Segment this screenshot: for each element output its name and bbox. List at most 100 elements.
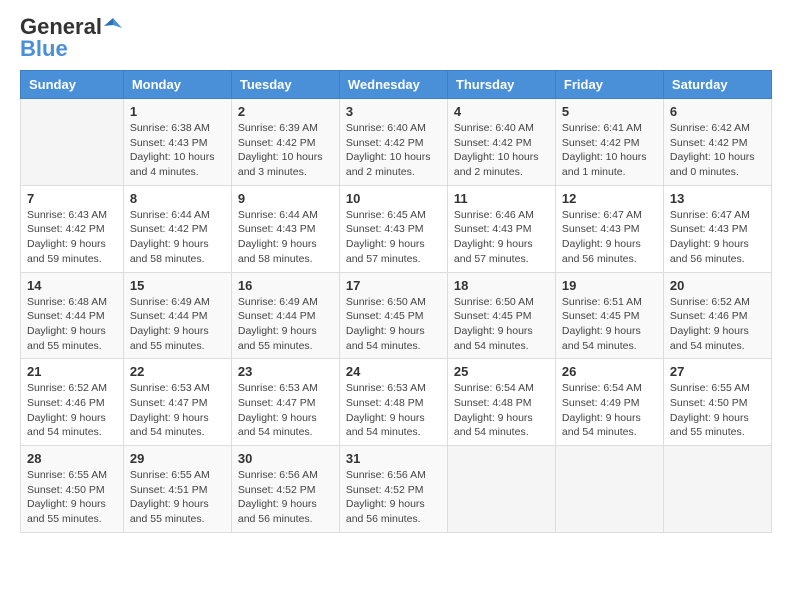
day-number: 25 [454, 364, 549, 379]
calendar-cell: 15Sunrise: 6:49 AMSunset: 4:44 PMDayligh… [123, 272, 231, 359]
day-number: 4 [454, 104, 549, 119]
day-number: 28 [27, 451, 117, 466]
day-info: Sunrise: 6:44 AMSunset: 4:42 PMDaylight:… [130, 208, 225, 267]
calendar-cell [447, 446, 555, 533]
calendar-cell [663, 446, 771, 533]
day-number: 23 [238, 364, 333, 379]
day-info: Sunrise: 6:49 AMSunset: 4:44 PMDaylight:… [130, 295, 225, 354]
calendar-cell: 27 Sunrise: 6:55 AMSunset: 4:50 PMDayligh… [663, 359, 771, 446]
day-info: Sunrise: 6:45 AMSunset: 4:43 PMDaylight:… [346, 208, 441, 267]
day-number: 30 [238, 451, 333, 466]
calendar-cell: 28 Sunrise: 6:55 AMSunset: 4:50 PMDayligh… [21, 446, 124, 533]
day-number: 8 [130, 191, 225, 206]
calendar-cell: 30Sunrise: 6:56 AMSunset: 4:52 PMDayligh… [231, 446, 339, 533]
calendar-cell: 2 Sunrise: 6:39 AMSunset: 4:42 PMDaylight… [231, 99, 339, 186]
day-number: 2 [238, 104, 333, 119]
calendar-cell: 10 Sunrise: 6:45 AMSunset: 4:43 PMDayligh… [339, 185, 447, 272]
header-friday: Friday [555, 71, 663, 99]
day-number: 13 [670, 191, 765, 206]
day-info: Sunrise: 6:49 AMSunset: 4:44 PMDaylight:… [238, 295, 333, 354]
day-number: 14 [27, 278, 117, 293]
logo-general-text: General [20, 16, 102, 38]
calendar-cell: 24 Sunrise: 6:53 AMSunset: 4:48 PMDayligh… [339, 359, 447, 446]
calendar-cell: 19Sunrise: 6:51 AMSunset: 4:45 PMDayligh… [555, 272, 663, 359]
calendar-cell: 13 Sunrise: 6:47 AMSunset: 4:43 PMDayligh… [663, 185, 771, 272]
day-number: 16 [238, 278, 333, 293]
day-info: Sunrise: 6:53 AMSunset: 4:48 PMDaylight:… [346, 381, 441, 440]
day-info: Sunrise: 6:47 AMSunset: 4:43 PMDaylight:… [670, 208, 765, 267]
day-info: Sunrise: 6:55 AMSunset: 4:50 PMDaylight:… [27, 468, 117, 527]
calendar-cell: 20 Sunrise: 6:52 AMSunset: 4:46 PMDayligh… [663, 272, 771, 359]
calendar-week-5: 28 Sunrise: 6:55 AMSunset: 4:50 PMDayligh… [21, 446, 772, 533]
day-info: Sunrise: 6:52 AMSunset: 4:46 PMDaylight:… [27, 381, 117, 440]
day-number: 24 [346, 364, 441, 379]
day-number: 10 [346, 191, 441, 206]
day-info: Sunrise: 6:53 AMSunset: 4:47 PMDaylight:… [238, 381, 333, 440]
calendar-cell [21, 99, 124, 186]
day-info: Sunrise: 6:53 AMSunset: 4:47 PMDaylight:… [130, 381, 225, 440]
day-number: 3 [346, 104, 441, 119]
calendar-header-row: SundayMondayTuesdayWednesdayThursdayFrid… [21, 71, 772, 99]
calendar-cell: 25 Sunrise: 6:54 AMSunset: 4:48 PMDayligh… [447, 359, 555, 446]
calendar-cell: 14 Sunrise: 6:48 AMSunset: 4:44 PMDayligh… [21, 272, 124, 359]
logo: General Blue [20, 16, 122, 60]
calendar-cell: 12 Sunrise: 6:47 AMSunset: 4:43 PMDayligh… [555, 185, 663, 272]
calendar-table: SundayMondayTuesdayWednesdayThursdayFrid… [20, 70, 772, 533]
calendar-cell: 11Sunrise: 6:46 AMSunset: 4:43 PMDayligh… [447, 185, 555, 272]
day-number: 5 [562, 104, 657, 119]
calendar-cell: 6 Sunrise: 6:42 AMSunset: 4:42 PMDaylight… [663, 99, 771, 186]
header-thursday: Thursday [447, 71, 555, 99]
calendar-week-4: 21 Sunrise: 6:52 AMSunset: 4:46 PMDayligh… [21, 359, 772, 446]
calendar-cell: 1Sunrise: 6:38 AMSunset: 4:43 PMDaylight… [123, 99, 231, 186]
day-info: Sunrise: 6:46 AMSunset: 4:43 PMDaylight:… [454, 208, 549, 267]
day-number: 21 [27, 364, 117, 379]
day-info: Sunrise: 6:40 AMSunset: 4:42 PMDaylight:… [454, 121, 549, 180]
header-sunday: Sunday [21, 71, 124, 99]
day-number: 29 [130, 451, 225, 466]
day-info: Sunrise: 6:56 AMSunset: 4:52 PMDaylight:… [346, 468, 441, 527]
day-number: 17 [346, 278, 441, 293]
calendar-cell: 31Sunrise: 6:56 AMSunset: 4:52 PMDayligh… [339, 446, 447, 533]
day-info: Sunrise: 6:52 AMSunset: 4:46 PMDaylight:… [670, 295, 765, 354]
header-wednesday: Wednesday [339, 71, 447, 99]
day-info: Sunrise: 6:54 AMSunset: 4:48 PMDaylight:… [454, 381, 549, 440]
day-number: 7 [27, 191, 117, 206]
day-info: Sunrise: 6:40 AMSunset: 4:42 PMDaylight:… [346, 121, 441, 180]
day-info: Sunrise: 6:50 AMSunset: 4:45 PMDaylight:… [346, 295, 441, 354]
calendar-week-2: 7 Sunrise: 6:43 AMSunset: 4:42 PMDaylight… [21, 185, 772, 272]
day-number: 12 [562, 191, 657, 206]
day-info: Sunrise: 6:50 AMSunset: 4:45 PMDaylight:… [454, 295, 549, 354]
day-info: Sunrise: 6:39 AMSunset: 4:42 PMDaylight:… [238, 121, 333, 180]
calendar-cell: 29Sunrise: 6:55 AMSunset: 4:51 PMDayligh… [123, 446, 231, 533]
logo-bird-icon [104, 16, 122, 34]
header-monday: Monday [123, 71, 231, 99]
logo-blue-text: Blue [20, 38, 68, 60]
header-tuesday: Tuesday [231, 71, 339, 99]
day-info: Sunrise: 6:48 AMSunset: 4:44 PMDaylight:… [27, 295, 117, 354]
day-number: 6 [670, 104, 765, 119]
calendar-cell [555, 446, 663, 533]
day-info: Sunrise: 6:55 AMSunset: 4:50 PMDaylight:… [670, 381, 765, 440]
calendar-week-3: 14 Sunrise: 6:48 AMSunset: 4:44 PMDayligh… [21, 272, 772, 359]
day-number: 27 [670, 364, 765, 379]
calendar-cell: 3 Sunrise: 6:40 AMSunset: 4:42 PMDaylight… [339, 99, 447, 186]
day-number: 26 [562, 364, 657, 379]
day-info: Sunrise: 6:38 AMSunset: 4:43 PMDaylight:… [130, 121, 225, 180]
day-info: Sunrise: 6:42 AMSunset: 4:42 PMDaylight:… [670, 121, 765, 180]
header-saturday: Saturday [663, 71, 771, 99]
page-header: General Blue [20, 16, 772, 60]
day-info: Sunrise: 6:44 AMSunset: 4:43 PMDaylight:… [238, 208, 333, 267]
day-info: Sunrise: 6:51 AMSunset: 4:45 PMDaylight:… [562, 295, 657, 354]
day-info: Sunrise: 6:43 AMSunset: 4:42 PMDaylight:… [27, 208, 117, 267]
day-number: 9 [238, 191, 333, 206]
calendar-cell: 5Sunrise: 6:41 AMSunset: 4:42 PMDaylight… [555, 99, 663, 186]
calendar-cell: 22Sunrise: 6:53 AMSunset: 4:47 PMDayligh… [123, 359, 231, 446]
calendar-cell: 17 Sunrise: 6:50 AMSunset: 4:45 PMDayligh… [339, 272, 447, 359]
calendar-cell: 9 Sunrise: 6:44 AMSunset: 4:43 PMDaylight… [231, 185, 339, 272]
day-info: Sunrise: 6:47 AMSunset: 4:43 PMDaylight:… [562, 208, 657, 267]
calendar-week-1: 1Sunrise: 6:38 AMSunset: 4:43 PMDaylight… [21, 99, 772, 186]
calendar-cell: 16 Sunrise: 6:49 AMSunset: 4:44 PMDayligh… [231, 272, 339, 359]
calendar-cell: 26Sunrise: 6:54 AMSunset: 4:49 PMDayligh… [555, 359, 663, 446]
calendar-cell: 8 Sunrise: 6:44 AMSunset: 4:42 PMDaylight… [123, 185, 231, 272]
day-number: 20 [670, 278, 765, 293]
